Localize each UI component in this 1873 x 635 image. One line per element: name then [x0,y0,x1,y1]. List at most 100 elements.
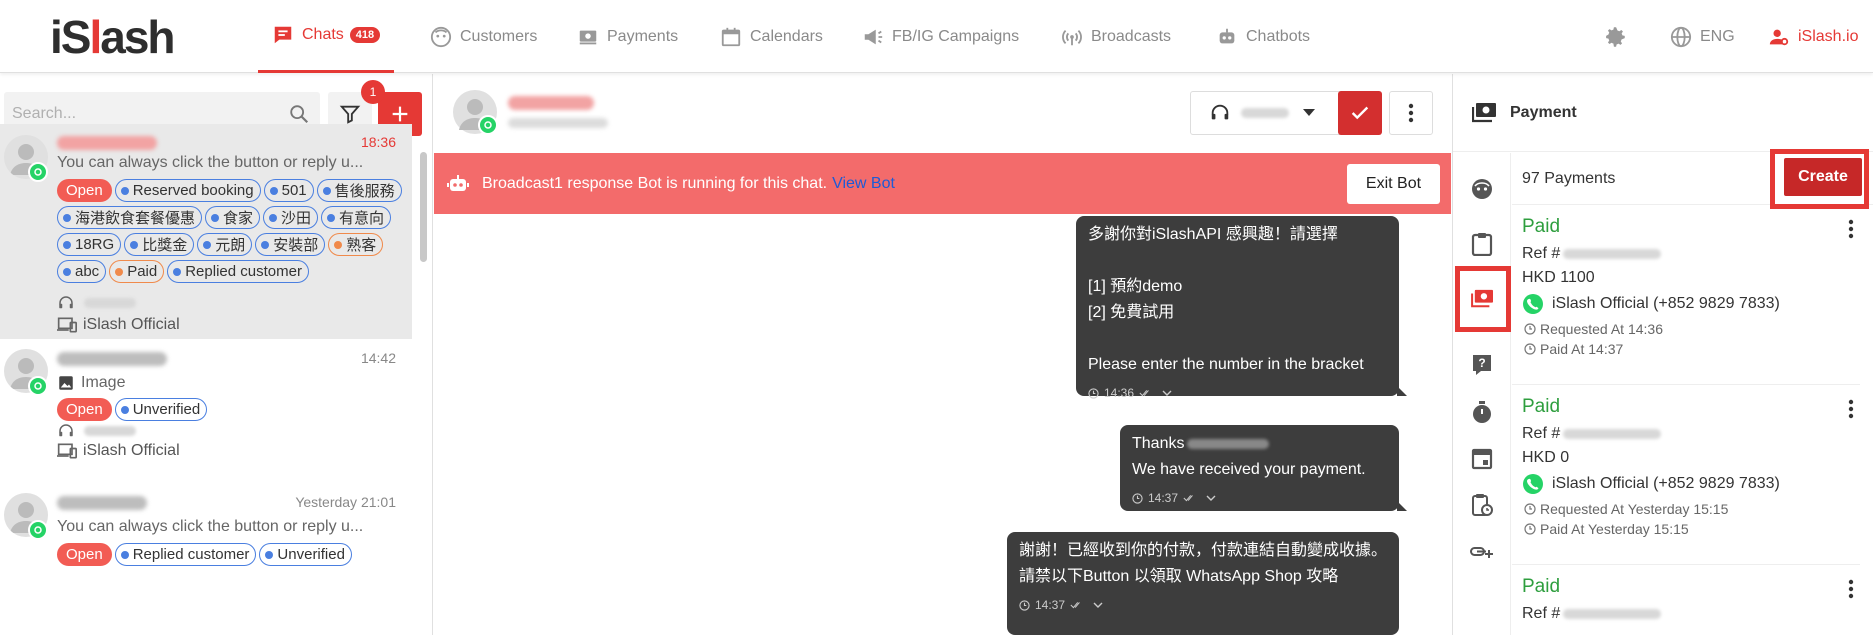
exit-bot-button[interactable]: Exit Bot [1347,164,1440,204]
message-line: [2] 免費試用 [1088,304,1175,321]
assigned-agent-row [57,294,136,312]
side-notes-button[interactable] [1453,222,1511,266]
ref-number-redacted [1563,608,1662,619]
nav-calendars[interactable]: Calendars [720,0,823,73]
payment-paid-at: Paid At Yesterday 15:15 [1524,521,1689,537]
islash-logo[interactable]: iSlash [50,10,176,64]
side-payment-button[interactable] [1455,266,1511,332]
chat-icon [274,26,292,44]
nav-chats[interactable]: Chats 418 [258,0,395,73]
message-line: Thanks [1132,431,1387,457]
nav-customers[interactable]: Customers [430,0,537,73]
chat-preview: Image [57,374,125,392]
payment-count: 97 Payments [1522,169,1616,187]
chevron-down-icon[interactable] [1162,388,1172,398]
search-icon[interactable] [288,103,310,125]
payment-card[interactable]: Paid Ref # HKD 1100 iSlash Official (+85… [1512,205,1860,385]
create-highlight: Create [1770,149,1869,209]
side-customer-button[interactable] [1453,167,1511,211]
tag-chip: Replied customer [114,543,257,566]
clock-icon [1524,503,1536,515]
side-link-button[interactable] [1453,530,1511,574]
chat-list-item[interactable]: Yesterday 21:01 You can always click the… [0,484,412,635]
side-faq-button[interactable]: ? [1453,343,1511,387]
message-line: We have received your payment. [1132,461,1366,478]
tag-chip: 有意向 [321,206,392,229]
filter-count-badge: 1 [361,80,385,104]
headset-icon [57,422,75,440]
settings-button[interactable] [1602,0,1628,73]
chat-tags: Open Reserved booking 501 售後服務 海港飲食套餐優惠 … [57,179,402,283]
message-meta: 14:37 [1019,592,1387,618]
tag-chip: Reserved booking [114,179,261,202]
more-vertical-icon[interactable] [1848,399,1854,419]
chat-preview: You can always click the button or reply… [57,518,364,535]
nav-payments[interactable]: Payments [577,0,678,73]
channel-name: iSlash Official [83,442,180,459]
resolve-chat-button[interactable] [1338,91,1382,135]
chat-list-item[interactable]: 14:42 Image Open Unverified iSlash Offic… [0,340,412,465]
side-timer-button[interactable] [1453,390,1511,434]
payment-paid-at: Paid At 14:37 [1524,341,1623,357]
link-add-icon [1470,547,1493,558]
user-settings-icon [1769,29,1789,45]
chat-list-scrollbar[interactable] [420,152,427,262]
calendar-icon [1471,448,1493,470]
chat-more-button[interactable] [1389,91,1433,135]
nav-chatbots[interactable]: Chatbots [1216,0,1310,73]
side-schedule-button[interactable] [1453,483,1511,527]
question-icon: ? [1473,355,1491,375]
assigned-agent-row [57,422,136,440]
message-time: 14:37 [1035,598,1066,612]
create-payment-button[interactable]: Create [1784,158,1862,196]
payment-account: iSlash Official (+852 9829 7833) [1522,473,1780,495]
double-check-icon [1139,390,1149,397]
chevron-down-icon[interactable] [1206,493,1216,503]
bot-banner-text: Broadcast1 response Bot is running for t… [482,174,828,192]
top-nav: iSlash Chats 418 Customers Payments Cale… [0,0,1873,73]
agent-name-redacted [84,426,136,436]
calendar-icon [721,27,741,46]
tag-chip: Replied customer [167,260,309,283]
payment-card[interactable]: Paid Ref # HKD 0 iSlash Official (+852 9… [1512,385,1860,565]
tag-chip: 海港飲食套餐優惠 [57,206,203,229]
nav-broadcasts[interactable]: Broadcasts [1061,0,1171,73]
chevron-down-icon[interactable] [1093,600,1103,610]
chat-list-item[interactable]: 18:36 You can always click the button or… [0,124,412,339]
more-vertical-icon[interactable] [1848,219,1854,239]
devices-icon [57,442,77,460]
nav-campaigns[interactable]: FB/IG Campaigns [862,0,1019,73]
chat-time: Yesterday 21:01 [295,494,396,510]
chats-count-badge: 418 [349,27,381,43]
more-vertical-icon [1408,103,1414,123]
payment-status: Paid [1522,396,1561,417]
image-icon [57,374,75,392]
logo-text-left: iS [50,11,91,63]
language-selector[interactable]: ENG [1670,0,1735,73]
app: iSlash Chats 418 Customers Payments Cale… [0,0,1873,635]
svg-text:?: ? [1478,356,1485,370]
more-vertical-icon[interactable] [1848,579,1854,599]
message-line: 多謝你對iSlashAPI 感興趣！請選擇 [1088,226,1338,243]
check-icon [1351,106,1369,120]
account-menu[interactable]: iSlash.io [1768,0,1858,73]
tag-chip: 比獎金 [124,233,195,256]
message-bubble: Thanks We have received your payment. 14… [1120,425,1407,511]
nav-broadcasts-label: Broadcasts [1091,27,1172,45]
payment-icon [1472,102,1496,122]
payment-card[interactable]: Paid Ref # [1512,565,1860,635]
clock-icon [1088,387,1099,399]
side-calendar-button[interactable] [1453,436,1511,480]
customer-face-icon [430,26,452,47]
channel-name: iSlash Official [83,316,180,333]
stopwatch-icon [1473,401,1491,423]
chat-list-panel: 1 18:36 You can always click the button … [0,74,433,635]
clock-icon [1524,343,1536,355]
payment-amount: HKD 1100 [1522,269,1595,286]
gear-icon [1606,26,1625,47]
ref-number-redacted [1563,248,1662,259]
tag-chip: 501 [263,179,314,202]
tag-chip: Paid [109,260,165,283]
payment-list: 97 Payments Create Paid Ref # HKD 1100 i… [1512,149,1873,635]
view-bot-link[interactable]: View Bot [832,175,895,193]
